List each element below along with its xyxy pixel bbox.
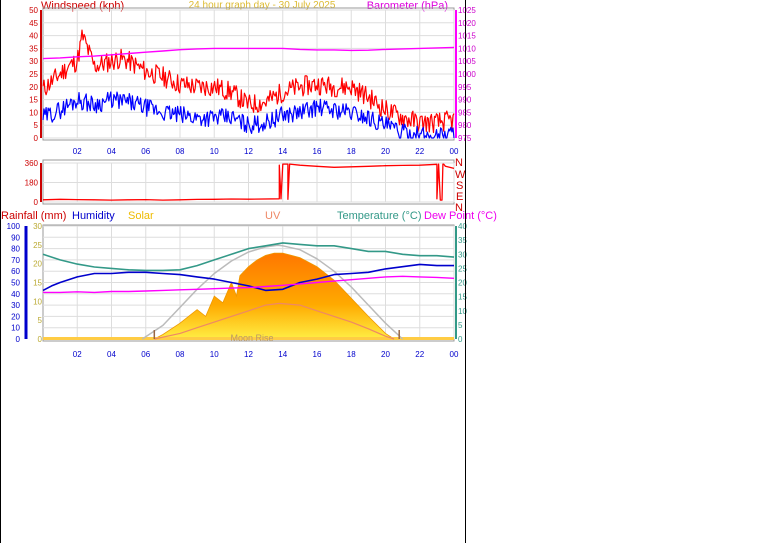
wind-y-tick: 15 [29,96,38,105]
wind-x-tick: 22 [415,147,424,156]
rain-y-tick: 80 [11,245,20,254]
temperature-y-tick: 5 [458,321,463,330]
temperature-label: Temperature (°C) [337,210,421,222]
rain-y-tick: 50 [11,279,20,288]
solar-y-tick: 0 [38,335,43,344]
barometer-y-tick: 1005 [458,57,476,66]
dewpoint-label: Dew Point (°C) [424,210,497,222]
climate-x-tick: 10 [210,350,219,359]
wind-x-tick: 16 [313,147,322,156]
moon-rise-label: Moon Rise [230,333,273,343]
rain-y-tick: 90 [11,233,20,242]
rain-y-tick: 30 [11,301,20,310]
wind-x-tick: 08 [176,147,185,156]
solar-y-tick: 30 [33,222,42,231]
wind-y-tick: 30 [29,57,38,66]
humidity-label: Humidity [72,210,115,222]
wind-y-tick: 20 [29,83,38,92]
direction-y-tick: 360 [25,159,39,168]
climate-x-tick: 06 [141,350,150,359]
wind-x-tick: 06 [141,147,150,156]
solar-y-tick: 5 [38,316,43,325]
direction-y-tick: 180 [25,179,39,188]
temperature-y-tick: 10 [458,307,467,316]
weather-graph: Windspeed (kph) 24 hour graph day - 30 J… [0,0,761,543]
barometer-y-tick: 1025 [458,6,476,15]
rain-y-tick: 70 [11,256,20,265]
rain-y-tick: 60 [11,267,20,276]
rain-y-tick: 10 [11,324,20,333]
rain-y-tick: 0 [16,335,21,344]
rain-y-tick: 40 [11,290,20,299]
solar-label: Solar [128,210,154,222]
temperature-y-tick: 15 [458,293,467,302]
climate-x-tick: 00 [450,350,459,359]
barometer-y-tick: 1015 [458,32,476,41]
climate-x-tick: 08 [176,350,185,359]
temperature-y-tick: 20 [458,279,467,288]
barometer-y-tick: 1010 [458,44,476,53]
climate-x-tick: 16 [313,350,322,359]
rain-y-tick: 100 [7,222,21,231]
wind-y-tick: 5 [34,121,39,130]
wind-x-tick: 02 [73,147,82,156]
rain-y-tick: 20 [11,312,20,321]
wind-y-tick: 10 [29,108,38,117]
climate-x-tick: 18 [347,350,356,359]
wind-y-tick: 40 [29,32,38,41]
climate-x-tick: 20 [381,350,390,359]
wind-x-tick: 12 [244,147,253,156]
barometer-y-tick: 1000 [458,70,476,79]
wind-y-tick: 50 [29,6,38,15]
temperature-y-tick: 30 [458,250,467,259]
solar-y-tick: 10 [33,297,42,306]
rainfall-label: Rainfall (mm) [1,210,66,222]
barometer-y-tick: 1020 [458,19,476,28]
climate-x-tick: 12 [244,350,253,359]
right-border [465,0,466,543]
uv-label: UV [265,210,281,222]
wind-y-tick: 45 [29,19,38,28]
wind-x-tick: 00 [450,147,459,156]
wind-x-tick: 20 [381,147,390,156]
compass-n-top: N [455,157,463,169]
temperature-y-tick: 35 [458,236,467,245]
solar-y-tick: 20 [33,260,42,269]
left-border [0,0,1,543]
chart-title: 24 hour graph day - 30 July 2025 [189,0,336,11]
climate-x-tick: 04 [107,350,116,359]
wind-y-tick: 35 [29,44,38,53]
temperature-y-tick: 40 [458,222,467,231]
charts-svg: Windspeed (kph) 24 hour graph day - 30 J… [1,0,497,359]
wind-x-tick: 10 [210,147,219,156]
temperature-y-tick: 0 [458,335,463,344]
solar-y-tick: 15 [33,279,42,288]
temperature-y-tick: 25 [458,264,467,273]
direction-y-tick: 0 [34,198,39,207]
wind-x-tick: 04 [107,147,116,156]
solar-y-tick: 25 [33,241,42,250]
climate-x-tick: 22 [415,350,424,359]
wind-y-tick: 0 [34,134,39,143]
climate-x-tick: 02 [73,350,82,359]
wind-x-tick: 14 [278,147,287,156]
wind-x-tick: 18 [347,147,356,156]
wind-y-tick: 25 [29,70,38,79]
climate-x-tick: 14 [278,350,287,359]
